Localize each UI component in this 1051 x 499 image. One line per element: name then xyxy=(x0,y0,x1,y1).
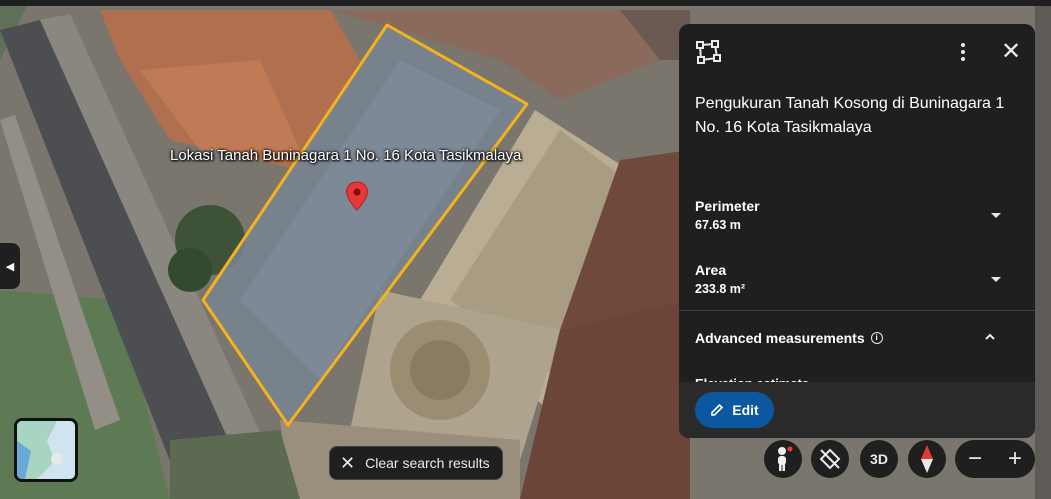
layers-minimap-button[interactable] xyxy=(14,418,78,482)
clear-search-results-chip[interactable]: ✕ Clear search results xyxy=(329,446,503,480)
area-value: 233.8 m² xyxy=(695,282,746,296)
advanced-measurements-header[interactable]: Advanced measurements i xyxy=(695,330,883,346)
pencil-icon xyxy=(711,403,724,416)
compass-icon xyxy=(921,445,933,473)
map-place-label[interactable]: Lokasi Tanah Buninagara 1 No. 16 Kota Ta… xyxy=(170,147,521,164)
tilt-toggle-button[interactable] xyxy=(811,440,849,478)
clear-search-results-label: Clear search results xyxy=(365,455,490,471)
zoom-control: − + xyxy=(955,440,1035,478)
close-icon: ✕ xyxy=(1000,38,1022,65)
more-vert-icon xyxy=(961,43,965,47)
3d-toggle-button[interactable]: 3D xyxy=(860,440,898,478)
perimeter-label: Perimeter xyxy=(695,198,760,214)
pegman-button[interactable] xyxy=(764,440,802,478)
close-icon: ✕ xyxy=(340,453,356,473)
edit-button[interactable]: Edit xyxy=(695,392,774,428)
perimeter-value: 67.63 m xyxy=(695,218,741,232)
3d-label: 3D xyxy=(870,451,888,467)
chevron-left-icon: ◀ xyxy=(5,260,15,273)
zoom-in-button[interactable]: + xyxy=(1008,445,1022,473)
pegman-icon xyxy=(778,446,793,471)
perimeter-row[interactable]: Perimeter 67.63 m xyxy=(695,198,1015,232)
tilt-off-icon xyxy=(819,448,841,470)
map-pin-icon[interactable] xyxy=(345,181,369,211)
divider xyxy=(679,310,1035,311)
close-panel-button[interactable]: ✕ xyxy=(997,38,1025,66)
info-icon[interactable]: i xyxy=(870,332,883,344)
top-edge-bar xyxy=(0,0,1051,6)
compass-button[interactable] xyxy=(908,440,946,478)
chevron-down-icon[interactable] xyxy=(991,213,1001,218)
side-panel-toggle[interactable]: ◀ xyxy=(0,243,20,289)
minimap-thumbnail xyxy=(17,421,75,479)
area-label: Area xyxy=(695,262,727,278)
measure-polygon-icon xyxy=(696,40,721,64)
zoom-out-button[interactable]: − xyxy=(968,445,982,473)
edit-label: Edit xyxy=(732,402,759,418)
panel-footer: Edit xyxy=(679,382,1035,438)
more-options-button[interactable] xyxy=(951,38,975,66)
area-row[interactable]: Area 233.8 m² xyxy=(695,262,1015,296)
measurement-panel: ✕ Pengukuran Tanah Kosong di Buninagara … xyxy=(679,24,1035,438)
measurement-title: Pengukuran Tanah Kosong di Buninagara 1 … xyxy=(695,95,1005,136)
advanced-measurements-label: Advanced measurements xyxy=(695,330,865,346)
chevron-up-icon[interactable] xyxy=(985,332,995,342)
chevron-down-icon[interactable] xyxy=(991,277,1001,282)
